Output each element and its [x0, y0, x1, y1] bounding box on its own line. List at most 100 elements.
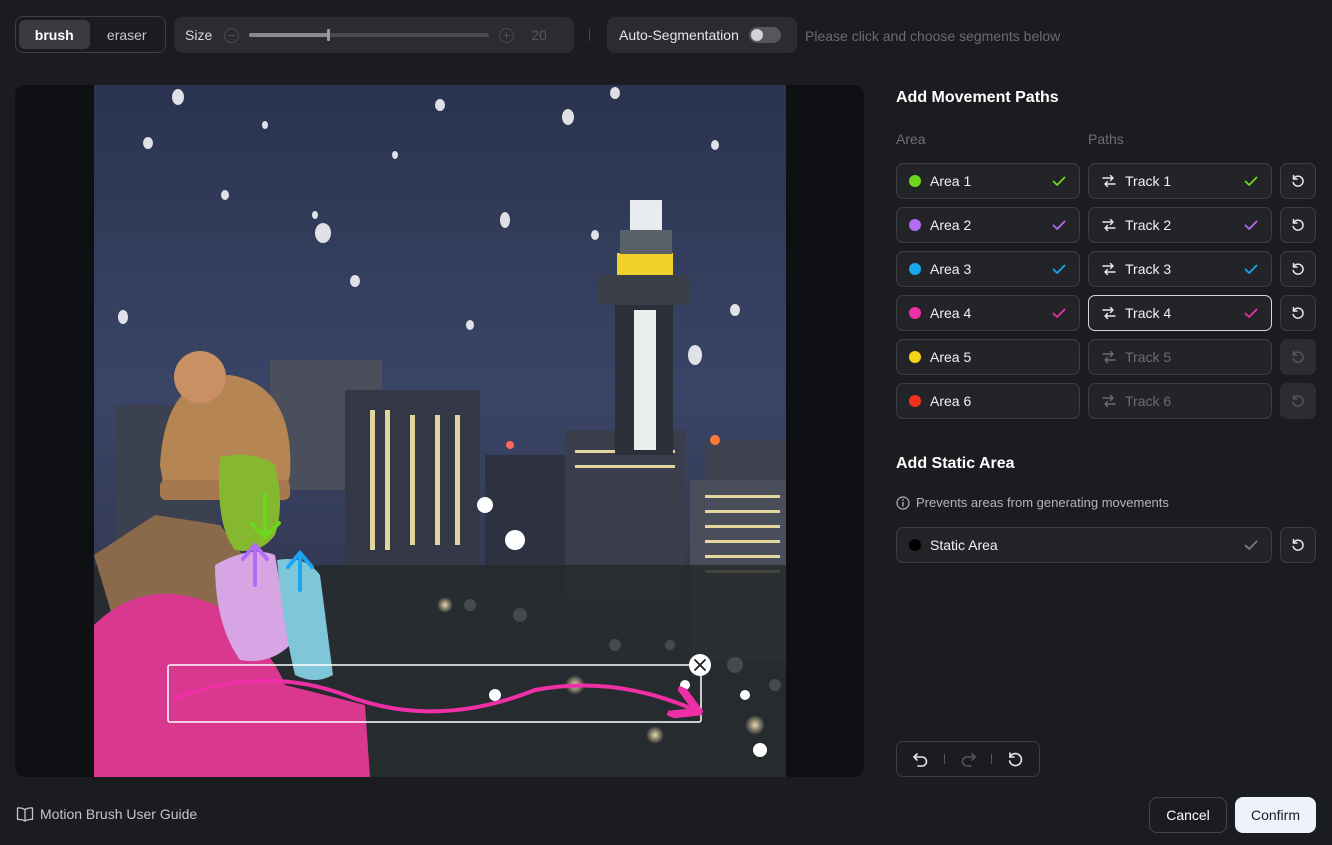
canvas-image — [94, 85, 786, 777]
area-label: Area 4 — [930, 305, 972, 321]
reset-icon — [1292, 350, 1304, 363]
area-color-dot — [909, 263, 921, 275]
increase-size-icon[interactable] — [499, 27, 515, 43]
static-area-label: Static Area — [930, 537, 998, 553]
toolbar-divider — [589, 29, 590, 41]
book-icon — [16, 807, 34, 822]
static-area-title: Add Static Area — [896, 455, 1015, 472]
static-area-info-text: Prevents areas from generating movements — [916, 495, 1169, 510]
history-divider — [991, 754, 992, 764]
track-1-button[interactable]: Track 1 — [1088, 163, 1272, 199]
user-guide-link[interactable]: Motion Brush User Guide — [16, 806, 197, 822]
static-area-reset-button[interactable] — [1280, 527, 1316, 563]
reset-icon[interactable] — [1006, 750, 1024, 768]
static-area-info: Prevents areas from generating movements — [896, 495, 1169, 510]
area-color-dot — [909, 219, 921, 231]
area-color-dot — [909, 395, 921, 407]
size-slider[interactable] — [249, 29, 490, 41]
track-label: Track 2 — [1125, 217, 1172, 233]
track-5-reset-button[interactable] — [1280, 339, 1316, 375]
reset-icon — [1292, 538, 1304, 551]
area-color-dot — [909, 175, 921, 187]
info-icon — [896, 495, 910, 510]
movement-paths-title: Add Movement Paths — [896, 89, 1059, 106]
auto-segmentation-label: Auto-Segmentation — [619, 27, 739, 43]
reset-icon — [1292, 262, 1304, 275]
area-4-button[interactable]: Area 4 — [896, 295, 1080, 331]
reset-icon — [1292, 394, 1304, 407]
track-3-button[interactable]: Track 3 — [1088, 251, 1272, 287]
redo-icon[interactable] — [959, 750, 977, 768]
track-label: Track 4 — [1125, 305, 1172, 321]
reset-icon — [1292, 174, 1304, 187]
path-icon — [1102, 218, 1116, 232]
brush-canvas[interactable] — [15, 85, 864, 777]
area-6-button[interactable]: Area 6 — [896, 383, 1080, 419]
reset-icon — [1292, 306, 1304, 319]
size-slider-fill — [249, 33, 329, 37]
history-controls — [896, 741, 1040, 777]
check-icon — [1244, 540, 1258, 550]
auto-segmentation-control: Auto-Segmentation — [607, 17, 797, 53]
track-1-reset-button[interactable] — [1280, 163, 1316, 199]
cancel-button[interactable]: Cancel — [1149, 797, 1227, 833]
check-icon — [1244, 308, 1258, 318]
size-slider-handle[interactable] — [327, 29, 331, 41]
area-1-button[interactable]: Area 1 — [896, 163, 1080, 199]
toggle-knob — [750, 29, 763, 41]
history-divider — [944, 754, 945, 764]
track-4-button[interactable]: Track 4 — [1088, 295, 1272, 331]
area-3-button[interactable]: Area 3 — [896, 251, 1080, 287]
track-2-button[interactable]: Track 2 — [1088, 207, 1272, 243]
brush-mode-toggle: brush eraser — [15, 16, 166, 53]
track-label: Track 3 — [1125, 261, 1172, 277]
check-icon — [1052, 220, 1066, 230]
track-label: Track 5 — [1125, 349, 1172, 365]
check-icon — [1244, 264, 1258, 274]
area-label: Area 1 — [930, 173, 972, 189]
size-value: 20 — [531, 27, 547, 43]
area-label: Area 6 — [930, 393, 972, 409]
track-6-reset-button[interactable] — [1280, 383, 1316, 419]
static-area-row[interactable]: Static Area — [896, 527, 1272, 563]
auto-segmentation-toggle[interactable] — [748, 27, 781, 43]
brush-button[interactable]: brush — [19, 20, 90, 49]
brush-size-control: Size 20 — [174, 17, 574, 53]
track-label: Track 6 — [1125, 393, 1172, 409]
area-label: Area 3 — [930, 261, 972, 277]
auto-segmentation-hint: Please click and choose segments below — [805, 28, 1061, 44]
undo-icon[interactable] — [912, 750, 930, 768]
check-icon — [1052, 308, 1066, 318]
area-color-dot — [909, 307, 921, 319]
area-label: Area 5 — [930, 349, 972, 365]
check-icon — [1244, 220, 1258, 230]
track-4-reset-button[interactable] — [1280, 295, 1316, 331]
track-3-reset-button[interactable] — [1280, 251, 1316, 287]
check-icon — [1052, 264, 1066, 274]
track-5-button[interactable]: Track 5 — [1088, 339, 1272, 375]
track-6-button[interactable]: Track 6 — [1088, 383, 1272, 419]
path-icon — [1102, 262, 1116, 276]
area-5-button[interactable]: Area 5 — [896, 339, 1080, 375]
area-2-button[interactable]: Area 2 — [896, 207, 1080, 243]
path-icon — [1102, 174, 1116, 188]
path-icon — [1102, 350, 1116, 364]
path-icon — [1102, 306, 1116, 320]
track-label: Track 1 — [1125, 173, 1172, 189]
eraser-button[interactable]: eraser — [92, 20, 163, 49]
area-column-label: Area — [896, 131, 926, 147]
path-icon — [1102, 394, 1116, 408]
decrease-size-icon[interactable] — [224, 27, 240, 43]
track-2-reset-button[interactable] — [1280, 207, 1316, 243]
area-label: Area 2 — [930, 217, 972, 233]
user-guide-text: Motion Brush User Guide — [40, 806, 198, 822]
paths-column-label: Paths — [1088, 131, 1124, 147]
reset-icon — [1292, 218, 1304, 231]
check-icon — [1244, 176, 1258, 186]
close-icon[interactable] — [689, 654, 711, 676]
check-icon — [1052, 176, 1066, 186]
static-area-color-dot — [909, 539, 921, 551]
size-label: Size — [185, 27, 213, 43]
area-color-dot — [909, 351, 921, 363]
confirm-button[interactable]: Confirm — [1235, 797, 1316, 833]
